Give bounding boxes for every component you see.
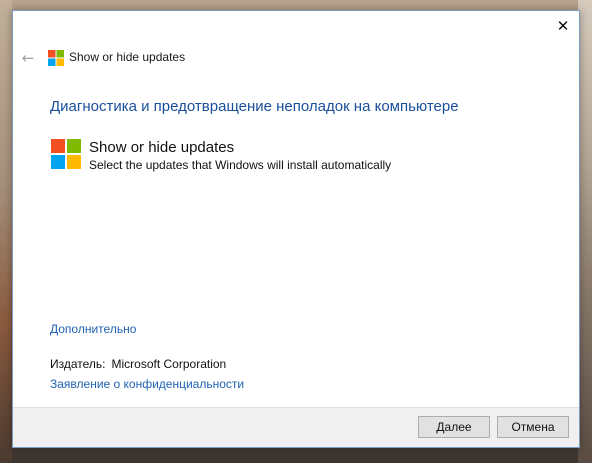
publisher-value: Microsoft Corporation (111, 357, 227, 371)
desktop-background-left (0, 0, 12, 463)
cancel-button[interactable]: Отмена (497, 416, 569, 438)
back-arrow-icon: ← (21, 49, 35, 67)
publisher-label: Издатель: (50, 357, 106, 371)
privacy-statement-link[interactable]: Заявление о конфиденциальности (50, 377, 244, 391)
close-icon: ✕ (556, 17, 570, 35)
troubleshooter-window: ✕ ← Show or hide updates Диагностика и п… (12, 10, 580, 448)
close-button[interactable]: ✕ (547, 11, 579, 41)
title-bar: ✕ (13, 11, 579, 43)
desktop-background-right (578, 0, 592, 463)
windows-logo-icon (48, 50, 64, 66)
window-title: Show or hide updates (69, 50, 186, 64)
back-button[interactable]: ← (17, 48, 39, 68)
next-button[interactable]: Далее (418, 416, 490, 438)
navigation-bar: ← Show or hide updates (13, 43, 579, 73)
windows-logo-icon (51, 139, 81, 169)
troubleshooter-title: Show or hide updates (89, 139, 235, 156)
troubleshooter-description: Select the updates that Windows will ins… (89, 158, 392, 172)
advanced-link[interactable]: Дополнительно (50, 322, 136, 336)
page-heading: Диагностика и предотвращение неполадок н… (50, 98, 459, 115)
footer-bar: Далее Отмена (13, 407, 579, 447)
publisher-info: Издатель: Microsoft Corporation (50, 357, 226, 371)
